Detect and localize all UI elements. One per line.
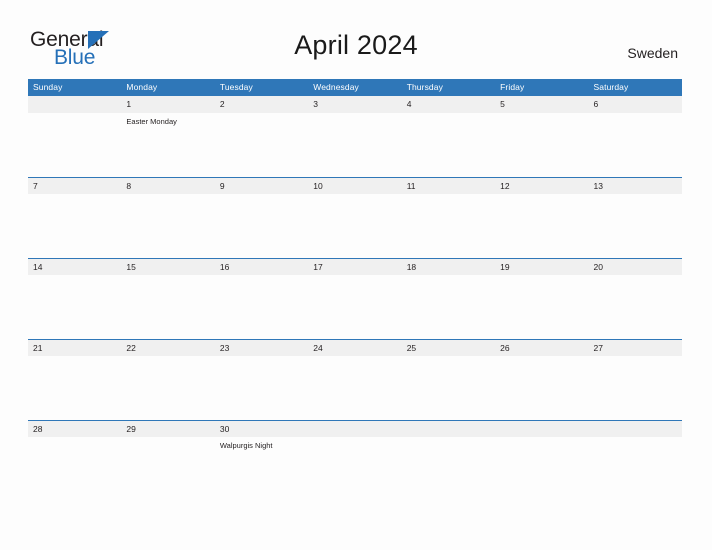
date-number[interactable]: 5	[495, 96, 588, 112]
week-row: 14 15 16 17 18 19 20	[28, 258, 682, 339]
date-number[interactable]: 14	[28, 259, 121, 275]
date-number[interactable]: 10	[308, 178, 401, 194]
date-number[interactable]	[402, 421, 495, 437]
week-row: 7 8 9 10 11 12 13	[28, 177, 682, 258]
calendar-grid: Sunday Monday Tuesday Wednesday Thursday…	[28, 79, 682, 501]
date-number[interactable]	[308, 421, 401, 437]
day-cell[interactable]	[28, 275, 121, 339]
weekday-header-saturday: Saturday	[593, 82, 629, 92]
date-number[interactable]: 12	[495, 178, 588, 194]
date-number[interactable]: 29	[121, 421, 214, 437]
day-cell[interactable]	[589, 194, 682, 258]
locale-label: Sweden	[627, 45, 678, 61]
day-cell[interactable]	[28, 356, 121, 420]
day-cell[interactable]	[121, 194, 214, 258]
date-number[interactable]: 18	[402, 259, 495, 275]
date-number[interactable]: 20	[589, 259, 682, 275]
date-number[interactable]: 9	[215, 178, 308, 194]
date-number[interactable]: 6	[589, 96, 682, 112]
day-cell[interactable]	[28, 113, 121, 177]
date-number[interactable]: 30	[215, 421, 308, 437]
date-band: 21 22 23 24 25 26 27	[28, 339, 682, 356]
weekday-header-monday: Monday	[126, 82, 158, 92]
weekday-header-row: Sunday Monday Tuesday Wednesday Thursday…	[28, 79, 682, 96]
day-cell[interactable]	[589, 113, 682, 177]
day-cell[interactable]	[589, 437, 682, 501]
date-number[interactable]: 16	[215, 259, 308, 275]
weekday-header-friday: Friday	[500, 82, 525, 92]
date-number[interactable]: 22	[121, 340, 214, 356]
date-number[interactable]: 25	[402, 340, 495, 356]
day-cell[interactable]	[308, 194, 401, 258]
week-row: 1 2 3 4 5 6 Easter Monday	[28, 96, 682, 177]
event-band	[28, 356, 682, 420]
event-band: Walpurgis Night	[28, 437, 682, 501]
day-cell[interactable]	[495, 275, 588, 339]
date-number[interactable]: 7	[28, 178, 121, 194]
day-cell[interactable]	[308, 356, 401, 420]
week-row: 21 22 23 24 25 26 27	[28, 339, 682, 420]
event-band: Easter Monday	[28, 113, 682, 177]
day-cell[interactable]	[495, 113, 588, 177]
date-number[interactable]: 24	[308, 340, 401, 356]
date-number[interactable]: 26	[495, 340, 588, 356]
day-cell[interactable]	[495, 437, 588, 501]
day-cell[interactable]	[589, 356, 682, 420]
date-band: 1 2 3 4 5 6	[28, 96, 682, 113]
day-cell[interactable]	[495, 194, 588, 258]
day-cell[interactable]: Walpurgis Night	[215, 437, 308, 501]
date-band: 14 15 16 17 18 19 20	[28, 258, 682, 275]
day-cell[interactable]	[215, 356, 308, 420]
date-band: 7 8 9 10 11 12 13	[28, 177, 682, 194]
day-cell[interactable]	[215, 113, 308, 177]
date-number[interactable]: 2	[215, 96, 308, 112]
date-number[interactable]: 13	[589, 178, 682, 194]
day-cell[interactable]	[402, 356, 495, 420]
day-cell[interactable]	[402, 194, 495, 258]
day-cell[interactable]	[121, 356, 214, 420]
day-cell[interactable]	[28, 437, 121, 501]
day-cell[interactable]	[308, 437, 401, 501]
day-cell[interactable]	[28, 194, 121, 258]
date-number[interactable]: 23	[215, 340, 308, 356]
day-cell[interactable]	[215, 275, 308, 339]
date-number[interactable]: 15	[121, 259, 214, 275]
day-cell[interactable]	[402, 113, 495, 177]
page-header: General Blue April 2024 Sweden	[0, 0, 712, 79]
date-band: 28 29 30	[28, 420, 682, 437]
day-cell[interactable]	[589, 275, 682, 339]
weekday-header-thursday: Thursday	[406, 82, 443, 92]
date-number[interactable]	[589, 421, 682, 437]
weekday-header-sunday: Sunday	[33, 82, 63, 92]
date-number[interactable]: 4	[402, 96, 495, 112]
date-number[interactable]: 17	[308, 259, 401, 275]
day-cell[interactable]	[121, 437, 214, 501]
day-cell[interactable]	[495, 356, 588, 420]
date-number[interactable]: 21	[28, 340, 121, 356]
weekday-header-tuesday: Tuesday	[219, 82, 253, 92]
day-cell[interactable]	[308, 113, 401, 177]
date-number[interactable]: 1	[121, 96, 214, 112]
date-number[interactable]: 19	[495, 259, 588, 275]
day-cell[interactable]	[308, 275, 401, 339]
day-cell[interactable]: Easter Monday	[121, 113, 214, 177]
date-number[interactable]: 28	[28, 421, 121, 437]
week-row: 28 29 30 Walpurgis Night	[28, 420, 682, 501]
date-number[interactable]	[28, 96, 121, 112]
event-band	[28, 275, 682, 339]
event-label: Walpurgis Night	[219, 441, 273, 450]
day-cell[interactable]	[402, 437, 495, 501]
page-title: April 2024	[294, 30, 418, 60]
event-label: Easter Monday	[126, 117, 177, 126]
date-number[interactable]: 3	[308, 96, 401, 112]
event-band	[28, 194, 682, 258]
date-number[interactable]: 27	[589, 340, 682, 356]
date-number[interactable]	[495, 421, 588, 437]
date-number[interactable]: 11	[402, 178, 495, 194]
weekday-header-wednesday: Wednesday	[313, 82, 359, 92]
day-cell[interactable]	[215, 194, 308, 258]
date-number[interactable]: 8	[121, 178, 214, 194]
day-cell[interactable]	[121, 275, 214, 339]
day-cell[interactable]	[402, 275, 495, 339]
